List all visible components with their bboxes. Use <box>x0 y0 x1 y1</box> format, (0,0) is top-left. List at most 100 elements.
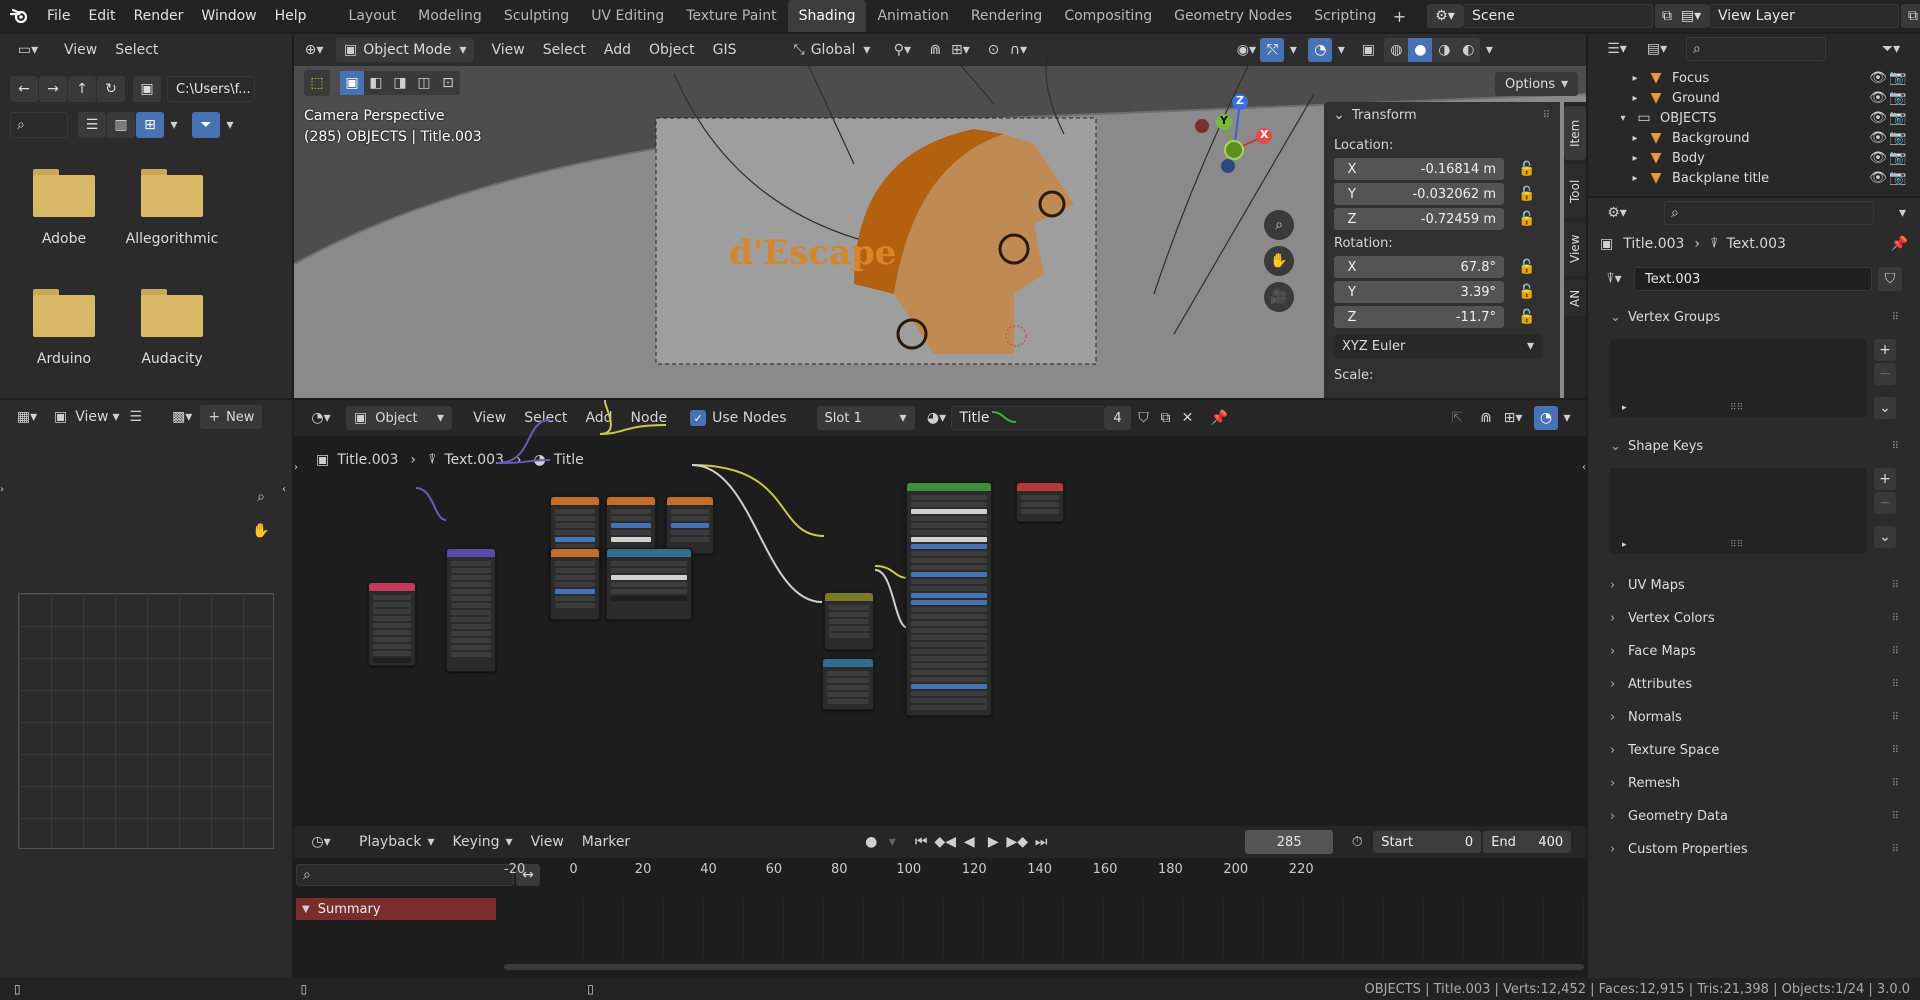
sidebar-tab-an[interactable]: AN <box>1564 280 1586 316</box>
new-folder-icon[interactable]: ▣ <box>133 76 161 102</box>
options-button[interactable]: Options ▾ <box>1495 72 1579 96</box>
navigation-gizmo[interactable]: X Y Z <box>1194 94 1284 184</box>
channel-search-input[interactable]: ⌕ <box>296 864 514 886</box>
panel-geometry-data[interactable]: › Geometry Data ⠿ <box>1600 803 1908 830</box>
outliner-item[interactable]: ▸ ▼ Body 👁 📷 <box>1588 148 1920 168</box>
list-resize-grip-icon[interactable]: ⠿⠿ <box>1730 540 1743 550</box>
preview-range-clock-icon[interactable]: ⏱ <box>1345 834 1369 850</box>
panel-vertex-colors[interactable]: › Vertex Colors ⠿ <box>1600 605 1908 632</box>
select-invert-icon[interactable]: ◫ <box>412 71 436 95</box>
lock-icon[interactable]: 🔓 <box>1518 186 1535 202</box>
rotation-x-field[interactable]: X 67.8° <box>1334 256 1504 278</box>
collapsed-chevron-icon[interactable]: ▸ <box>1628 73 1642 84</box>
view-layer-browse-icon[interactable]: ▤▾ <box>1673 4 1709 28</box>
parent-directory-icon[interactable]: ↑ <box>68 76 96 102</box>
viewport-menu-add[interactable]: Add <box>595 42 640 58</box>
menu-window[interactable]: Window <box>192 0 265 32</box>
workspace-tab-animation[interactable]: Animation <box>866 0 959 32</box>
properties-options-icon[interactable]: ▾ <box>1899 205 1906 221</box>
mix-node[interactable] <box>824 592 874 650</box>
vertex-groups-list[interactable]: ▸ ⠿⠿ <box>1610 339 1866 417</box>
outliner-search-input[interactable]: ⌕ <box>1686 37 1826 61</box>
shading-options-icon[interactable]: ▾ <box>1480 42 1498 58</box>
mapping-node[interactable] <box>446 548 496 672</box>
list-resize-grip-icon[interactable]: ⠿⠿ <box>1730 403 1743 413</box>
viewport-menu-object[interactable]: Object <box>640 42 704 58</box>
menu-edit[interactable]: Edit <box>79 0 124 32</box>
rotation-mode-dropdown[interactable]: XYZ Euler ▾ <box>1334 334 1542 358</box>
workspace-tab-layout[interactable]: Layout <box>338 0 408 32</box>
proportional-edit-icon[interactable]: ⊙ <box>982 42 1004 58</box>
timeline-menu-marker[interactable]: Marker <box>573 834 639 850</box>
summary-channel[interactable]: ▼ Summary <box>296 898 496 920</box>
gizmo-options-icon[interactable]: ▾ <box>1284 42 1302 58</box>
workspace-tab-sculpting[interactable]: Sculpting <box>493 0 580 32</box>
path-field[interactable]: C:\Users\f... <box>167 76 255 102</box>
dopesheet-area[interactable] <box>544 898 1584 958</box>
data-browse-icon[interactable]: ⍒▾ <box>1600 271 1628 287</box>
display-mode-icon[interactable]: ▤▾ <box>1640 41 1674 57</box>
sidebar-expand-icon[interactable]: ‹ <box>282 484 286 495</box>
filter-options-chevron-icon[interactable]: ▾ <box>220 112 240 138</box>
visibility-eye-icon[interactable]: 👁 <box>1868 170 1888 186</box>
outliner-filter-icon[interactable]: ⏷▾ <box>1876 41 1906 57</box>
panel-face-maps[interactable]: › Face Maps ⠿ <box>1600 638 1908 665</box>
blender-logo-icon[interactable] <box>0 0 38 32</box>
folder-item[interactable]: Adobe <box>10 169 118 289</box>
workspace-tab-rendering[interactable]: Rendering <box>960 0 1054 32</box>
visibility-eye-icon[interactable]: 👁 <box>1868 150 1888 166</box>
render-camera-icon[interactable]: 📷 <box>1888 130 1908 146</box>
lock-icon[interactable]: 🔓 <box>1518 161 1535 177</box>
render-camera-icon[interactable]: 📷 <box>1888 110 1908 126</box>
visibility-icon[interactable]: ◉▾ <box>1232 42 1260 58</box>
jump-to-end-icon[interactable]: ⏭ <box>1029 834 1053 850</box>
expanded-chevron-icon[interactable]: ▾ <box>1616 113 1630 124</box>
thumbnails-icon[interactable]: ⊞ <box>136 112 164 138</box>
new-image-button[interactable]: + New <box>200 405 263 429</box>
editor-type-icon[interactable]: ▭▾ <box>10 42 46 58</box>
scene-name-field[interactable]: Scene <box>1463 4 1653 28</box>
render-camera-icon[interactable]: 📷 <box>1888 70 1908 86</box>
add-shape-key-icon[interactable]: + <box>1874 468 1896 490</box>
sidebar-tab-view[interactable]: View <box>1564 222 1586 276</box>
filter-icon[interactable]: ⏷ <box>192 112 220 138</box>
xray-toggle-icon[interactable]: ▣ <box>1356 42 1380 58</box>
pin-icon[interactable]: 📌 <box>1891 236 1908 252</box>
workspace-tab-shading[interactable]: Shading <box>787 0 867 32</box>
outliner-editor-type-icon[interactable]: ☰▾ <box>1600 41 1634 57</box>
wireframe-shading-icon[interactable]: ◍ <box>1384 38 1408 62</box>
play-reverse-icon[interactable]: ◀ <box>957 834 981 850</box>
workspace-tab-modeling[interactable]: Modeling <box>407 0 493 32</box>
render-camera-icon[interactable]: 📷 <box>1888 90 1908 106</box>
rendered-shading-icon[interactable]: ◐ <box>1456 38 1480 62</box>
image-view-menu[interactable]: View <box>75 409 108 425</box>
lock-icon[interactable]: 🔓 <box>1518 309 1535 325</box>
frame-ruler[interactable]: -20 0 20 40 60 80 100 120 140 160 180 200 220 <box>504 862 1584 882</box>
timeline-menu-view[interactable]: View <box>522 834 573 850</box>
zoom-icon[interactable]: ⌕ <box>1264 210 1294 240</box>
workspace-tab-scripting[interactable]: Scripting <box>1303 0 1387 32</box>
render-camera-icon[interactable]: 📷 <box>1888 150 1908 166</box>
scene-browse-icon[interactable]: ⚙▾ <box>1427 4 1463 28</box>
refresh-icon[interactable]: ↻ <box>97 76 125 102</box>
list-expand-icon[interactable]: ▸ <box>1622 540 1627 550</box>
collapsed-chevron-icon[interactable]: ▸ <box>1628 173 1642 184</box>
pivot-point-icon[interactable]: ⚲▾ <box>888 42 916 58</box>
list-expand-icon[interactable]: ▸ <box>1622 403 1627 413</box>
visibility-eye-icon[interactable]: 👁 <box>1868 90 1888 106</box>
panel-texture-space[interactable]: › Texture Space ⠿ <box>1600 737 1908 764</box>
panel-attributes[interactable]: › Attributes ⠿ <box>1600 671 1908 698</box>
sidebar-tab-item[interactable]: Item <box>1564 106 1586 160</box>
collapsed-chevron-icon[interactable]: ▸ <box>1628 153 1642 164</box>
add-workspace-icon[interactable]: + <box>1387 0 1411 32</box>
principled-bsdf-node[interactable] <box>906 482 992 716</box>
visibility-eye-icon[interactable]: 👁 <box>1868 110 1888 126</box>
add-node[interactable] <box>666 496 714 554</box>
pan-hand-icon[interactable]: ✋ <box>246 516 276 546</box>
viewport-editor-type-icon[interactable]: ⊕▾ <box>294 34 334 66</box>
file-browser-select-menu[interactable]: Select <box>115 42 158 58</box>
snap-icon[interactable]: ⋒ <box>924 42 946 58</box>
outliner-item[interactable]: ▸ ▼ Focus 👁 📷 <box>1588 68 1920 88</box>
workspace-tab-geometry-nodes[interactable]: Geometry Nodes <box>1163 0 1303 32</box>
auto-keying-options-icon[interactable]: ▾ <box>883 834 901 850</box>
